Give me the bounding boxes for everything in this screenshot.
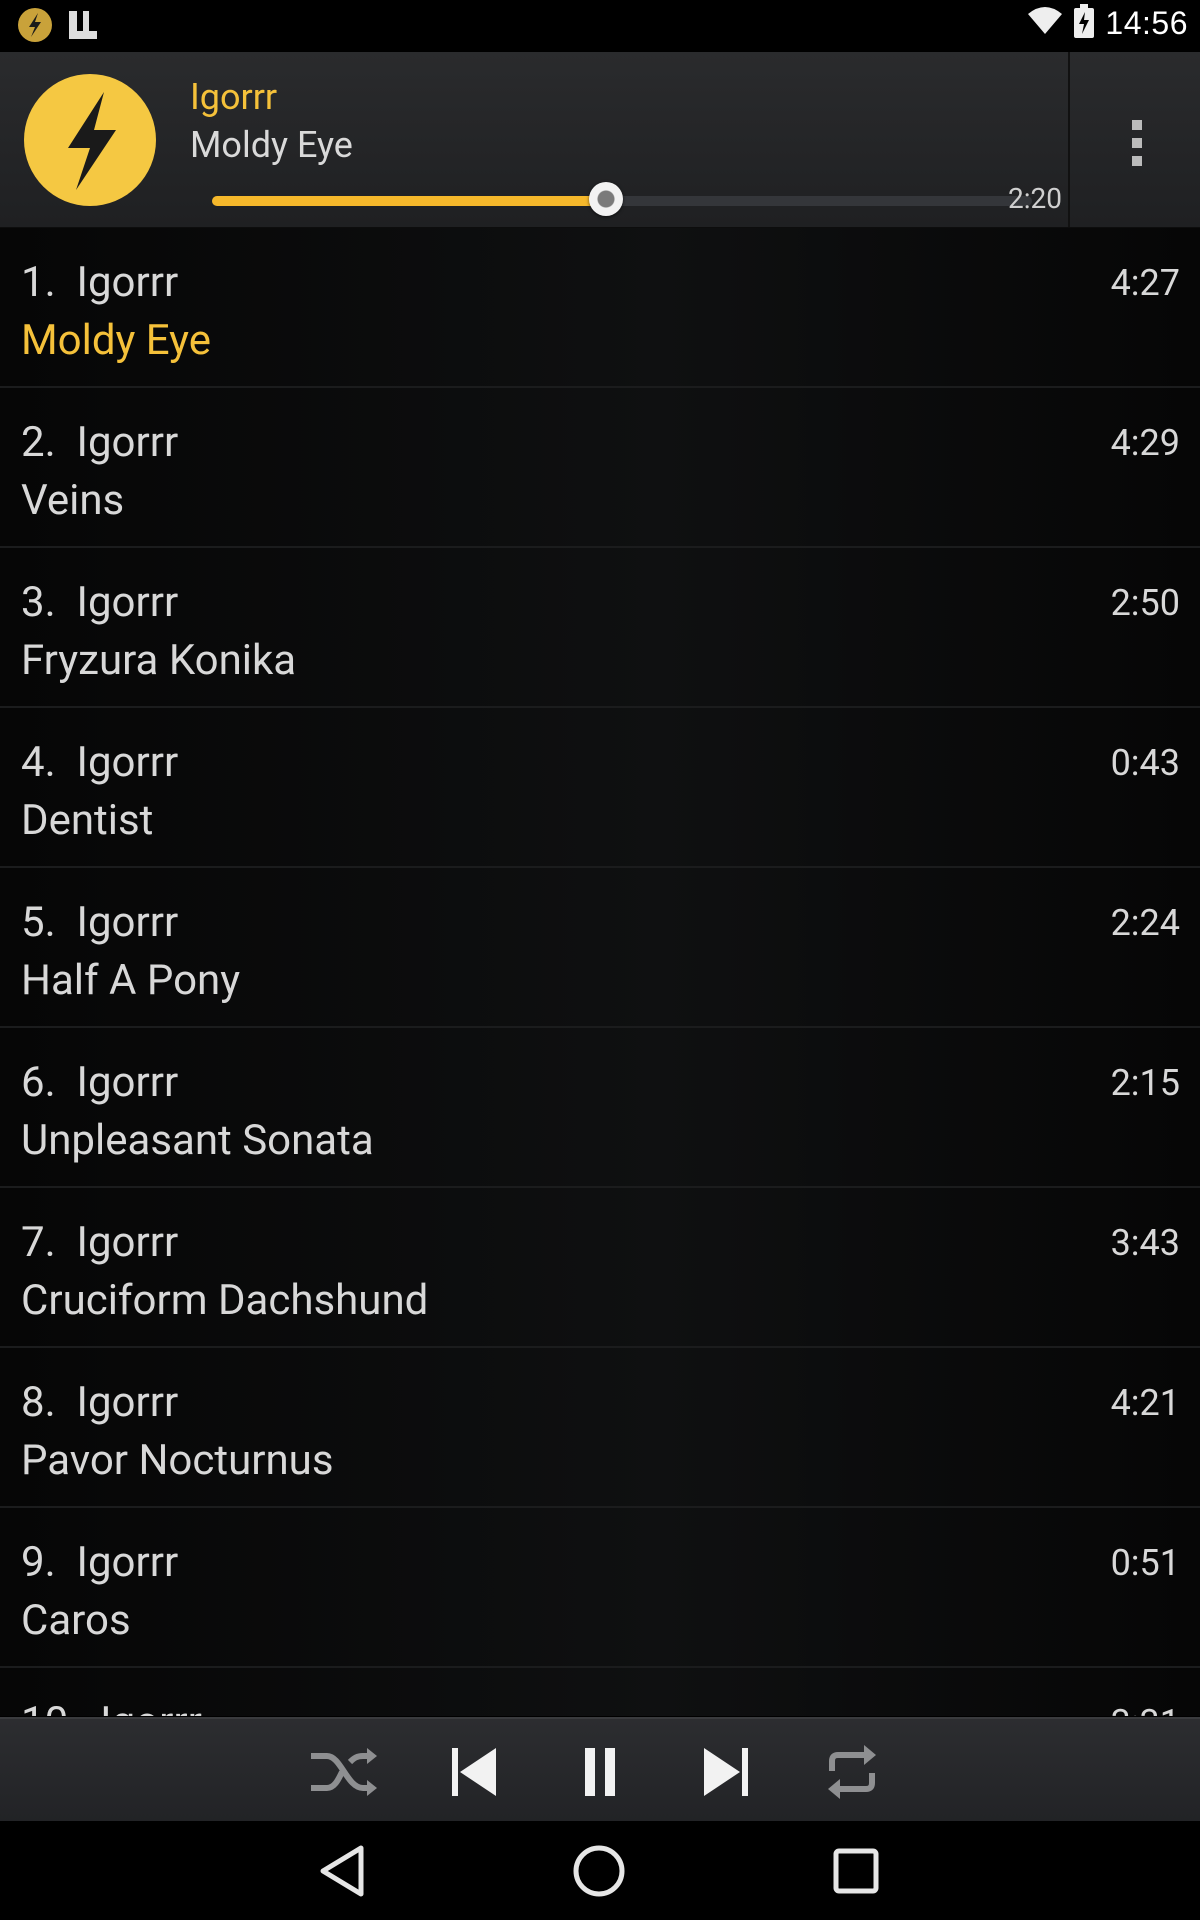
track-duration: 2:24 xyxy=(1110,902,1180,944)
track-number-artist: 2. Igorrr xyxy=(21,418,178,467)
track-duration: 3:31 xyxy=(1111,1702,1180,1716)
home-icon[interactable] xyxy=(564,1841,634,1901)
clock: 14:56 xyxy=(1105,4,1188,41)
track-artist: Igorrr xyxy=(76,1378,179,1427)
track-number-artist: 8. Igorrr xyxy=(21,1378,178,1427)
now-playing-title: Moldy Eye xyxy=(190,124,353,166)
track-artist: Igorrr xyxy=(76,1218,179,1267)
track-duration: 4:29 xyxy=(1110,422,1180,464)
pause-icon[interactable] xyxy=(560,1737,640,1807)
launcher-icon xyxy=(67,9,99,45)
now-playing-header[interactable]: Igorrr Moldy Eye 2:20 xyxy=(0,52,1200,229)
track-duration: 2:50 xyxy=(1110,582,1180,624)
next-icon[interactable] xyxy=(686,1737,766,1807)
battery-charging-icon xyxy=(1073,4,1095,42)
track-number-artist: 9. Igorrr xyxy=(21,1538,178,1587)
track-row[interactable]: 7. Igorrr Cruciform Dachshund 3:43 xyxy=(0,1188,1200,1348)
track-artist: Igorrr xyxy=(100,1698,202,1716)
track-title: Unpleasant Sonata xyxy=(21,1116,374,1165)
track-number-artist: 3. Igorrr xyxy=(21,578,178,627)
transport-controls xyxy=(0,1717,1200,1822)
now-playing-artist: Igorrr xyxy=(190,76,278,118)
track-number-artist: 4. Igorrr xyxy=(21,738,178,787)
track-artist: Igorrr xyxy=(76,1538,179,1587)
track-row[interactable]: 9. Igorrr Caros 0:51 xyxy=(0,1508,1200,1668)
track-title: Moldy Eye xyxy=(21,316,212,365)
track-number: 1. xyxy=(21,258,56,307)
track-artist: Igorrr xyxy=(76,1058,179,1107)
track-title: Caros xyxy=(21,1596,131,1645)
track-artist: Igorrr xyxy=(76,418,179,467)
divider xyxy=(1068,52,1070,227)
track-number-artist: 10. Igorrr xyxy=(21,1698,202,1716)
track-number: 8. xyxy=(21,1378,56,1427)
remaining-time: 2:20 xyxy=(1008,182,1062,215)
track-number: 4. xyxy=(21,738,56,787)
track-title: Pavor Nocturnus xyxy=(21,1436,334,1485)
track-number-artist: 1. Igorrr xyxy=(21,258,178,307)
recents-icon[interactable] xyxy=(821,1841,891,1901)
track-list[interactable]: 1. Igorrr Moldy Eye 4:27 2. Igorrr Veins 4:29… xyxy=(0,228,1200,1716)
track-row[interactable]: 10. Igorrr 3:31 xyxy=(0,1668,1200,1716)
track-row[interactable]: 4. Igorrr Dentist 0:43 xyxy=(0,708,1200,868)
track-row[interactable]: 5. Igorrr Half A Pony 2:24 xyxy=(0,868,1200,1028)
track-title: Fryzura Konika xyxy=(21,636,297,685)
app-bolt-icon xyxy=(17,7,53,47)
seek-bar[interactable] xyxy=(212,182,1032,216)
track-duration: 4:21 xyxy=(1110,1382,1180,1424)
track-title: Half A Pony xyxy=(21,956,241,1005)
track-number-artist: 7. Igorrr xyxy=(21,1218,178,1267)
track-title: Cruciform Dachshund xyxy=(21,1276,429,1325)
overflow-menu-icon[interactable] xyxy=(1110,116,1164,170)
status-bar: 14:56 xyxy=(0,0,1200,50)
track-duration: 4:27 xyxy=(1110,262,1180,304)
track-title: Dentist xyxy=(21,796,154,845)
track-number: 6. xyxy=(21,1058,56,1107)
track-artist: Igorrr xyxy=(76,898,179,947)
track-number-artist: 6. Igorrr xyxy=(21,1058,178,1107)
shuffle-icon[interactable] xyxy=(306,1737,386,1807)
track-artist: Igorrr xyxy=(76,258,179,307)
system-navigation-bar xyxy=(0,1821,1200,1920)
track-duration: 0:43 xyxy=(1110,742,1180,784)
track-row[interactable]: 2. Igorrr Veins 4:29 xyxy=(0,388,1200,548)
track-row[interactable]: 8. Igorrr Pavor Nocturnus 4:21 xyxy=(0,1348,1200,1508)
track-number-artist: 5. Igorrr xyxy=(21,898,178,947)
track-number: 5. xyxy=(21,898,56,947)
seek-bar-thumb[interactable] xyxy=(588,182,623,216)
track-row[interactable]: 6. Igorrr Unpleasant Sonata 2:15 xyxy=(0,1028,1200,1188)
track-number: 10. xyxy=(21,1698,79,1716)
track-title: Veins xyxy=(21,476,125,525)
previous-icon[interactable] xyxy=(434,1737,514,1807)
repeat-icon[interactable] xyxy=(812,1737,892,1807)
back-icon[interactable] xyxy=(307,1841,377,1901)
track-number: 9. xyxy=(21,1538,56,1587)
track-artist: Igorrr xyxy=(76,578,179,627)
track-duration: 2:15 xyxy=(1110,1062,1180,1104)
track-duration: 0:51 xyxy=(1110,1542,1180,1584)
track-row[interactable]: 1. Igorrr Moldy Eye 4:27 xyxy=(0,228,1200,388)
album-art-bolt-icon[interactable] xyxy=(24,74,156,206)
track-duration: 3:43 xyxy=(1110,1222,1180,1264)
track-row[interactable]: 3. Igorrr Fryzura Konika 2:50 xyxy=(0,548,1200,708)
track-artist: Igorrr xyxy=(76,738,179,787)
track-number: 2. xyxy=(21,418,56,467)
track-number: 3. xyxy=(21,578,56,627)
seek-bar-progress xyxy=(212,196,606,206)
wifi-icon xyxy=(1027,6,1063,40)
track-number: 7. xyxy=(21,1218,56,1267)
